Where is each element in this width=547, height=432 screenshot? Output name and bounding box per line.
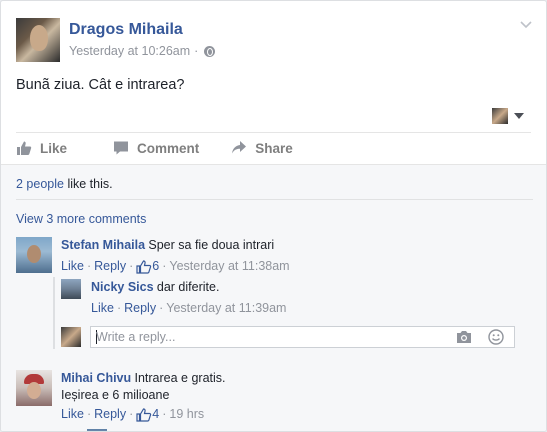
reply-placeholder: Write a reply... bbox=[96, 330, 176, 344]
emoji-icon[interactable] bbox=[488, 329, 504, 345]
comment-reply-link[interactable]: Reply bbox=[94, 406, 126, 423]
like-count: 6 bbox=[152, 259, 160, 273]
comment-like-count[interactable]: 4 bbox=[136, 406, 159, 423]
post-header: Dragos Mihaila Yesterday at 10:26am · bbox=[16, 18, 536, 64]
chevron-down-icon[interactable] bbox=[520, 19, 532, 31]
reply-thread-line bbox=[53, 277, 55, 349]
comment-actions: Like · Reply · 6 · Yesterday at 11:38am bbox=[61, 258, 290, 275]
post-actions: Like Comment Share bbox=[16, 138, 293, 158]
actor-avatar bbox=[492, 108, 508, 124]
post-timestamp[interactable]: Yesterday at 10:26am bbox=[69, 44, 190, 58]
comment-actions: Like · Reply · 4 · 19 hrs bbox=[61, 406, 205, 423]
commenter-avatar[interactable] bbox=[61, 279, 81, 299]
share-icon bbox=[232, 141, 247, 154]
comment-reply-link[interactable]: Reply bbox=[94, 258, 126, 275]
reply-timestamp[interactable]: Yesterday at 11:39am bbox=[166, 300, 286, 317]
likers-link[interactable]: 2 people bbox=[16, 177, 64, 191]
meta-separator: · bbox=[194, 44, 199, 58]
comment-button[interactable]: Comment bbox=[113, 138, 199, 158]
commenter-name[interactable]: Mihai Chivu bbox=[61, 371, 131, 385]
commenter-avatar[interactable] bbox=[16, 237, 52, 273]
camera-icon[interactable] bbox=[456, 330, 472, 344]
thumbs-up-icon bbox=[136, 259, 152, 274]
view-more-comments-link[interactable]: View 3 more comments bbox=[16, 212, 146, 226]
reply-text: dar diferite. bbox=[156, 280, 220, 294]
post-text: Bunã ziua. Cât e intrarea? bbox=[16, 77, 185, 93]
post-card: Dragos Mihaila Yesterday at 10:26am · Bu… bbox=[0, 0, 547, 432]
reply-like-link[interactable]: Like bbox=[91, 300, 114, 317]
thumbs-up-icon bbox=[136, 407, 152, 422]
reply-body: Nicky Sics dar diferite. Like · Reply · … bbox=[91, 279, 511, 317]
comment-icon bbox=[114, 141, 129, 155]
comment-text: Intrarea e gratis. bbox=[134, 371, 226, 385]
divider bbox=[16, 199, 533, 200]
comment-like-link[interactable]: Like bbox=[61, 258, 84, 275]
comment-like-link[interactable]: Like bbox=[61, 406, 84, 423]
comments-section: 2 people like this. View 3 more comments… bbox=[1, 164, 546, 431]
comment-body: Stefan Mihaila Sper sa fie doua intrari … bbox=[61, 237, 521, 275]
reply-input[interactable]: Write a reply... bbox=[90, 326, 515, 348]
author-name[interactable]: Dragos Mihaila bbox=[69, 21, 183, 39]
share-button[interactable]: Share bbox=[231, 138, 293, 158]
commenter-name[interactable]: Nicky Sics bbox=[91, 280, 154, 294]
comment-timestamp[interactable]: 19 hrs bbox=[169, 406, 204, 423]
comment-label: Comment bbox=[137, 140, 200, 156]
reply-actions: Like · Reply · Yesterday at 11:39am bbox=[91, 300, 287, 317]
post-meta: Yesterday at 10:26am · bbox=[69, 44, 216, 58]
actor-selector[interactable] bbox=[492, 108, 524, 124]
reply-reply-link[interactable]: Reply bbox=[124, 300, 156, 317]
commenter-avatar[interactable] bbox=[16, 370, 52, 406]
comment-text-line-2: Ieșirea e 6 milioane bbox=[61, 388, 170, 402]
composer-avatar bbox=[61, 327, 81, 347]
thumbs-up-icon bbox=[17, 141, 32, 155]
likes-summary: 2 people like this. bbox=[16, 177, 113, 191]
divider bbox=[16, 132, 531, 133]
like-count: 4 bbox=[152, 407, 160, 421]
share-label: Share bbox=[255, 140, 293, 156]
commenter-name[interactable]: Stefan Mihaila bbox=[61, 238, 145, 252]
author-avatar[interactable] bbox=[16, 18, 60, 62]
comment-timestamp[interactable]: Yesterday at 11:38am bbox=[169, 258, 289, 275]
like-button[interactable]: Like bbox=[16, 138, 67, 158]
like-label: Like bbox=[40, 140, 68, 156]
globe-icon[interactable] bbox=[204, 45, 216, 57]
comment-like-count[interactable]: 6 bbox=[136, 258, 159, 275]
comment-body: Mihai Chivu Intrarea e gratis. Ieșirea e… bbox=[61, 370, 521, 423]
caret-down-icon bbox=[514, 113, 524, 119]
likes-suffix: like this. bbox=[63, 177, 113, 191]
comment-text: Sper sa fie doua intrari bbox=[148, 238, 275, 252]
